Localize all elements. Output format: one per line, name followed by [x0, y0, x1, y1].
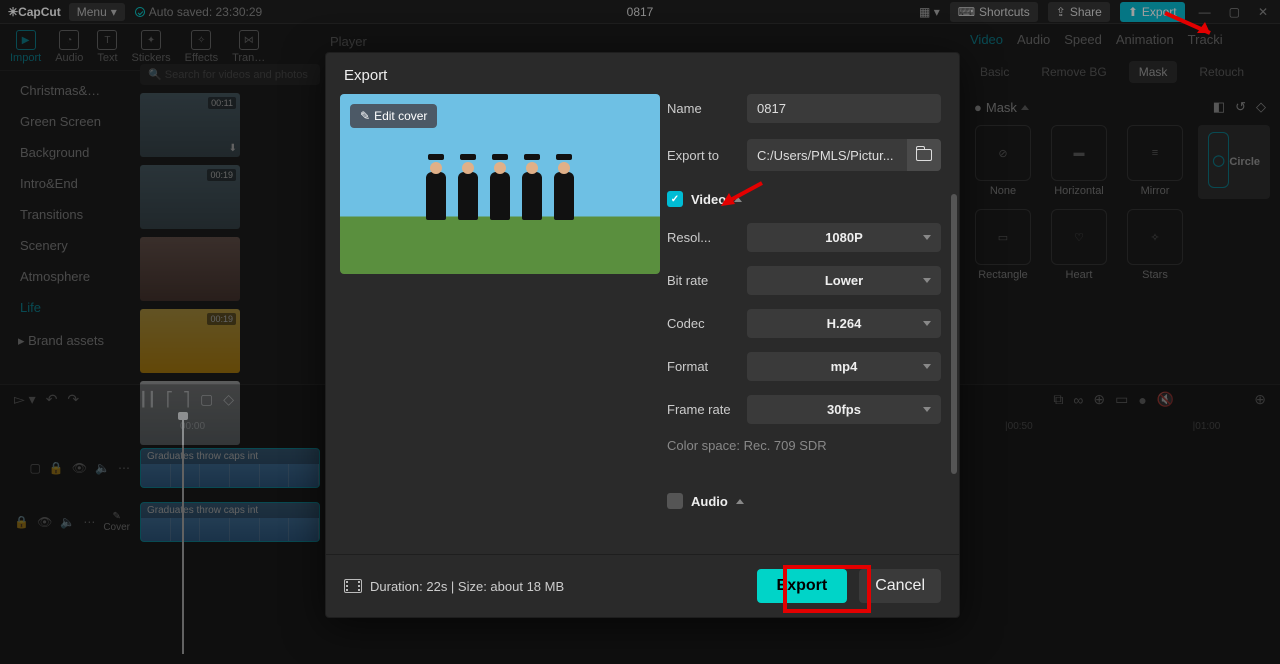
framerate-select[interactable]: 30fps: [747, 395, 941, 424]
resolution-select[interactable]: 1080P: [747, 223, 941, 252]
chevron-down-icon: [923, 278, 931, 283]
pencil-icon: ✎: [360, 109, 370, 123]
cancel-button[interactable]: Cancel: [859, 569, 941, 603]
duration-text: Duration: 22s | Size: about 18 MB: [370, 579, 564, 594]
video-checkbox[interactable]: ✓: [667, 191, 683, 207]
framerate-label: Frame rate: [667, 402, 737, 417]
chevron-down-icon: [923, 321, 931, 326]
dialog-title: Export: [326, 53, 959, 94]
scrollbar[interactable]: [951, 194, 957, 474]
bitrate-label: Bit rate: [667, 273, 737, 288]
figure: [490, 172, 510, 220]
colorspace-text: Color space: Rec. 709 SDR: [667, 438, 941, 453]
codec-label: Codec: [667, 316, 737, 331]
edit-cover-button[interactable]: ✎Edit cover: [350, 104, 437, 128]
path-display[interactable]: C:/Users/PMLS/Pictur...: [747, 141, 907, 170]
chevron-down-icon: [923, 235, 931, 240]
dialog-overlay: Export ✎Edit cover Name: [0, 0, 1280, 664]
exportto-label: Export to: [667, 148, 737, 163]
figure: [458, 172, 478, 220]
chevron-down-icon: [923, 364, 931, 369]
chevron-up-icon: [734, 197, 742, 202]
bitrate-select[interactable]: Lower: [747, 266, 941, 295]
chevron-up-icon: [736, 499, 744, 504]
video-section-header[interactable]: ✓ Video: [667, 191, 941, 207]
figure: [554, 172, 574, 220]
folder-icon: [916, 149, 932, 161]
resolution-label: Resol...: [667, 230, 737, 245]
codec-select[interactable]: H.264: [747, 309, 941, 338]
annotation-arrow: [1155, 8, 1215, 38]
figure: [426, 172, 446, 220]
film-icon: [344, 579, 362, 593]
figure: [522, 172, 542, 220]
export-confirm-button[interactable]: Export: [757, 569, 848, 603]
audio-checkbox[interactable]: [667, 493, 683, 509]
cover-preview: ✎Edit cover: [340, 94, 660, 274]
audio-section-header[interactable]: Audio: [667, 493, 941, 509]
dialog-footer: Duration: 22s | Size: about 18 MB Export…: [326, 554, 959, 617]
name-input[interactable]: 0817: [747, 94, 941, 123]
format-label: Format: [667, 359, 737, 374]
name-label: Name: [667, 101, 737, 116]
chevron-down-icon: [923, 407, 931, 412]
export-dialog: Export ✎Edit cover Name: [325, 52, 960, 618]
format-select[interactable]: mp4: [747, 352, 941, 381]
browse-button[interactable]: [907, 139, 941, 171]
